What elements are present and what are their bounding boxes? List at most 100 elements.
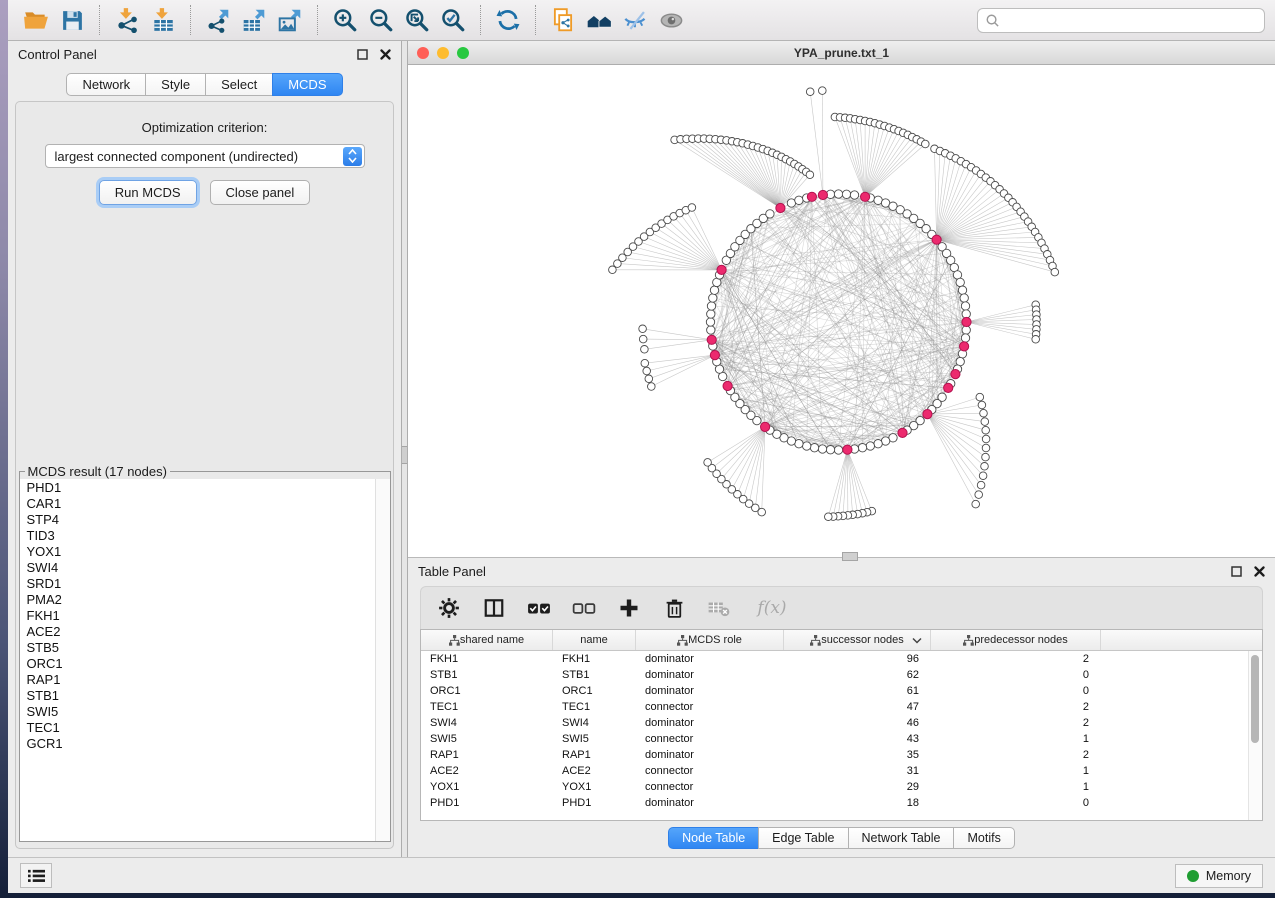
- run-mcds-button[interactable]: Run MCDS: [99, 180, 197, 205]
- tab-node-table[interactable]: Node Table: [668, 827, 759, 849]
- mcds-result-item[interactable]: RAP1: [27, 672, 375, 688]
- tab-network-table[interactable]: Network Table: [848, 827, 955, 849]
- sort-chevron-icon: [912, 637, 922, 644]
- mcds-result-item[interactable]: PHD1: [27, 480, 375, 496]
- delete-column-button[interactable]: [662, 596, 686, 620]
- import-network-button[interactable]: [109, 3, 145, 37]
- show-eye-icon: [658, 7, 685, 34]
- mcds-result-item[interactable]: TID3: [27, 528, 375, 544]
- criterion-dropdown[interactable]: largest connected component (undirected): [45, 144, 365, 168]
- close-panel-icon[interactable]: [1254, 566, 1265, 577]
- close-panel-button[interactable]: Close panel: [210, 180, 311, 205]
- zoom-in-button[interactable]: [327, 3, 363, 37]
- mcds-result-item[interactable]: FKH1: [27, 608, 375, 624]
- table-row[interactable]: FKH1FKH1dominator962: [421, 651, 1262, 667]
- hide-selected-button[interactable]: [617, 3, 653, 37]
- table-row[interactable]: ACE2ACE2connector311: [421, 763, 1262, 779]
- open-file-button[interactable]: [18, 3, 54, 37]
- mcds-result-fieldset: MCDS result (17 nodes) PHD1CAR1STP4TID3Y…: [19, 464, 391, 842]
- network-search-box[interactable]: [977, 8, 1265, 33]
- application-window: Control Panel NetworkStyleSelectMCDS Opt…: [8, 0, 1275, 893]
- first-neighbors-button[interactable]: [581, 3, 617, 37]
- delete-table-button[interactable]: [707, 596, 731, 620]
- export-table-button[interactable]: [236, 3, 272, 37]
- column-header-shared-name[interactable]: shared name: [421, 630, 553, 650]
- table-cell: 2: [931, 717, 1101, 729]
- table-row[interactable]: YOX1YOX1connector291: [421, 779, 1262, 795]
- search-input[interactable]: [1006, 12, 1257, 29]
- table-cell: ACE2: [421, 765, 553, 777]
- function-icon: f(x): [757, 598, 786, 618]
- mcds-result-item[interactable]: SWI5: [27, 704, 375, 720]
- zoom-out-button[interactable]: [363, 3, 399, 37]
- export-network-button[interactable]: [200, 3, 236, 37]
- tab-select[interactable]: Select: [205, 73, 273, 96]
- memory-button[interactable]: Memory: [1175, 864, 1263, 888]
- mcds-result-item[interactable]: ACE2: [27, 624, 375, 640]
- table-row[interactable]: SWI5SWI5connector431: [421, 731, 1262, 747]
- column-header-name[interactable]: name: [553, 630, 636, 650]
- table-cell: dominator: [636, 653, 784, 665]
- checked-boxes-icon: [527, 596, 551, 620]
- network-window-titlebar[interactable]: YPA_prune.txt_1: [408, 41, 1275, 65]
- mcds-result-item[interactable]: TEC1: [27, 720, 375, 736]
- table-row[interactable]: TEC1TEC1connector472: [421, 699, 1262, 715]
- add-column-button[interactable]: [617, 596, 641, 620]
- mcds-result-item[interactable]: ORC1: [27, 656, 375, 672]
- tab-mcds[interactable]: MCDS: [272, 73, 342, 96]
- horizontal-splitter-grip[interactable]: [842, 552, 858, 561]
- mcds-result-item[interactable]: STP4: [27, 512, 375, 528]
- deselect-all-rows-button[interactable]: [572, 596, 596, 620]
- table-cell: 1: [931, 765, 1101, 777]
- table-row[interactable]: STB1STB1dominator620: [421, 667, 1262, 683]
- vertical-splitter[interactable]: [401, 41, 408, 857]
- table-row[interactable]: PHD1PHD1dominator180: [421, 795, 1262, 811]
- table-settings-button[interactable]: [437, 596, 461, 620]
- float-panel-icon[interactable]: [1231, 566, 1242, 577]
- column-header-successor-nodes[interactable]: successor nodes: [784, 630, 931, 650]
- mcds-result-item[interactable]: SRD1: [27, 576, 375, 592]
- table-row[interactable]: SWI4SWI4dominator462: [421, 715, 1262, 731]
- mcds-result-scrollbar[interactable]: [375, 479, 390, 841]
- export-image-button[interactable]: [272, 3, 308, 37]
- table-row[interactable]: ORC1ORC1dominator610: [421, 683, 1262, 699]
- splitter-grip[interactable]: [402, 446, 407, 464]
- select-all-rows-button[interactable]: [527, 596, 551, 620]
- column-visibility-button[interactable]: [482, 596, 506, 620]
- task-history-button[interactable]: [20, 863, 52, 888]
- memory-label: Memory: [1206, 869, 1251, 883]
- duplicate-network-button[interactable]: [545, 3, 581, 37]
- column-header-predecessor-nodes[interactable]: predecessor nodes: [931, 630, 1101, 650]
- table-cell: FKH1: [421, 653, 553, 665]
- node-table[interactable]: shared namenameMCDS rolesuccessor nodesp…: [420, 629, 1263, 821]
- import-table-icon: [150, 7, 176, 33]
- tab-edge-table[interactable]: Edge Table: [758, 827, 848, 849]
- mcds-result-item[interactable]: PMA2: [27, 592, 375, 608]
- zoom-selected-button[interactable]: [435, 3, 471, 37]
- mcds-result-item[interactable]: GCR1: [27, 736, 375, 752]
- mcds-result-list[interactable]: PHD1CAR1STP4TID3YOX1SWI4SRD1PMA2FKH1ACE2…: [20, 479, 375, 841]
- tab-motifs[interactable]: Motifs: [953, 827, 1014, 849]
- mcds-result-item[interactable]: STB5: [27, 640, 375, 656]
- mcds-result-item[interactable]: CAR1: [27, 496, 375, 512]
- table-scrollbar-thumb[interactable]: [1251, 655, 1259, 743]
- zoom-fit-button[interactable]: [399, 3, 435, 37]
- tab-network[interactable]: Network: [66, 73, 146, 96]
- mcds-result-item[interactable]: YOX1: [27, 544, 375, 560]
- mcds-result-item[interactable]: STB1: [27, 688, 375, 704]
- close-panel-icon[interactable]: [380, 49, 391, 60]
- float-panel-icon[interactable]: [357, 49, 368, 60]
- columns-icon: [483, 597, 505, 619]
- tab-style[interactable]: Style: [145, 73, 206, 96]
- table-cell: TEC1: [553, 701, 636, 713]
- mcds-result-item[interactable]: SWI4: [27, 560, 375, 576]
- apply-function-button[interactable]: f(x): [752, 596, 792, 620]
- show-all-button[interactable]: [653, 3, 689, 37]
- table-row[interactable]: RAP1RAP1dominator352: [421, 747, 1262, 763]
- import-table-button[interactable]: [145, 3, 181, 37]
- refresh-layout-button[interactable]: [490, 3, 526, 37]
- save-session-button[interactable]: [54, 3, 90, 37]
- network-canvas[interactable]: [408, 65, 1275, 557]
- table-scrollbar[interactable]: [1248, 651, 1262, 820]
- column-header-mcds-role[interactable]: MCDS role: [636, 630, 784, 650]
